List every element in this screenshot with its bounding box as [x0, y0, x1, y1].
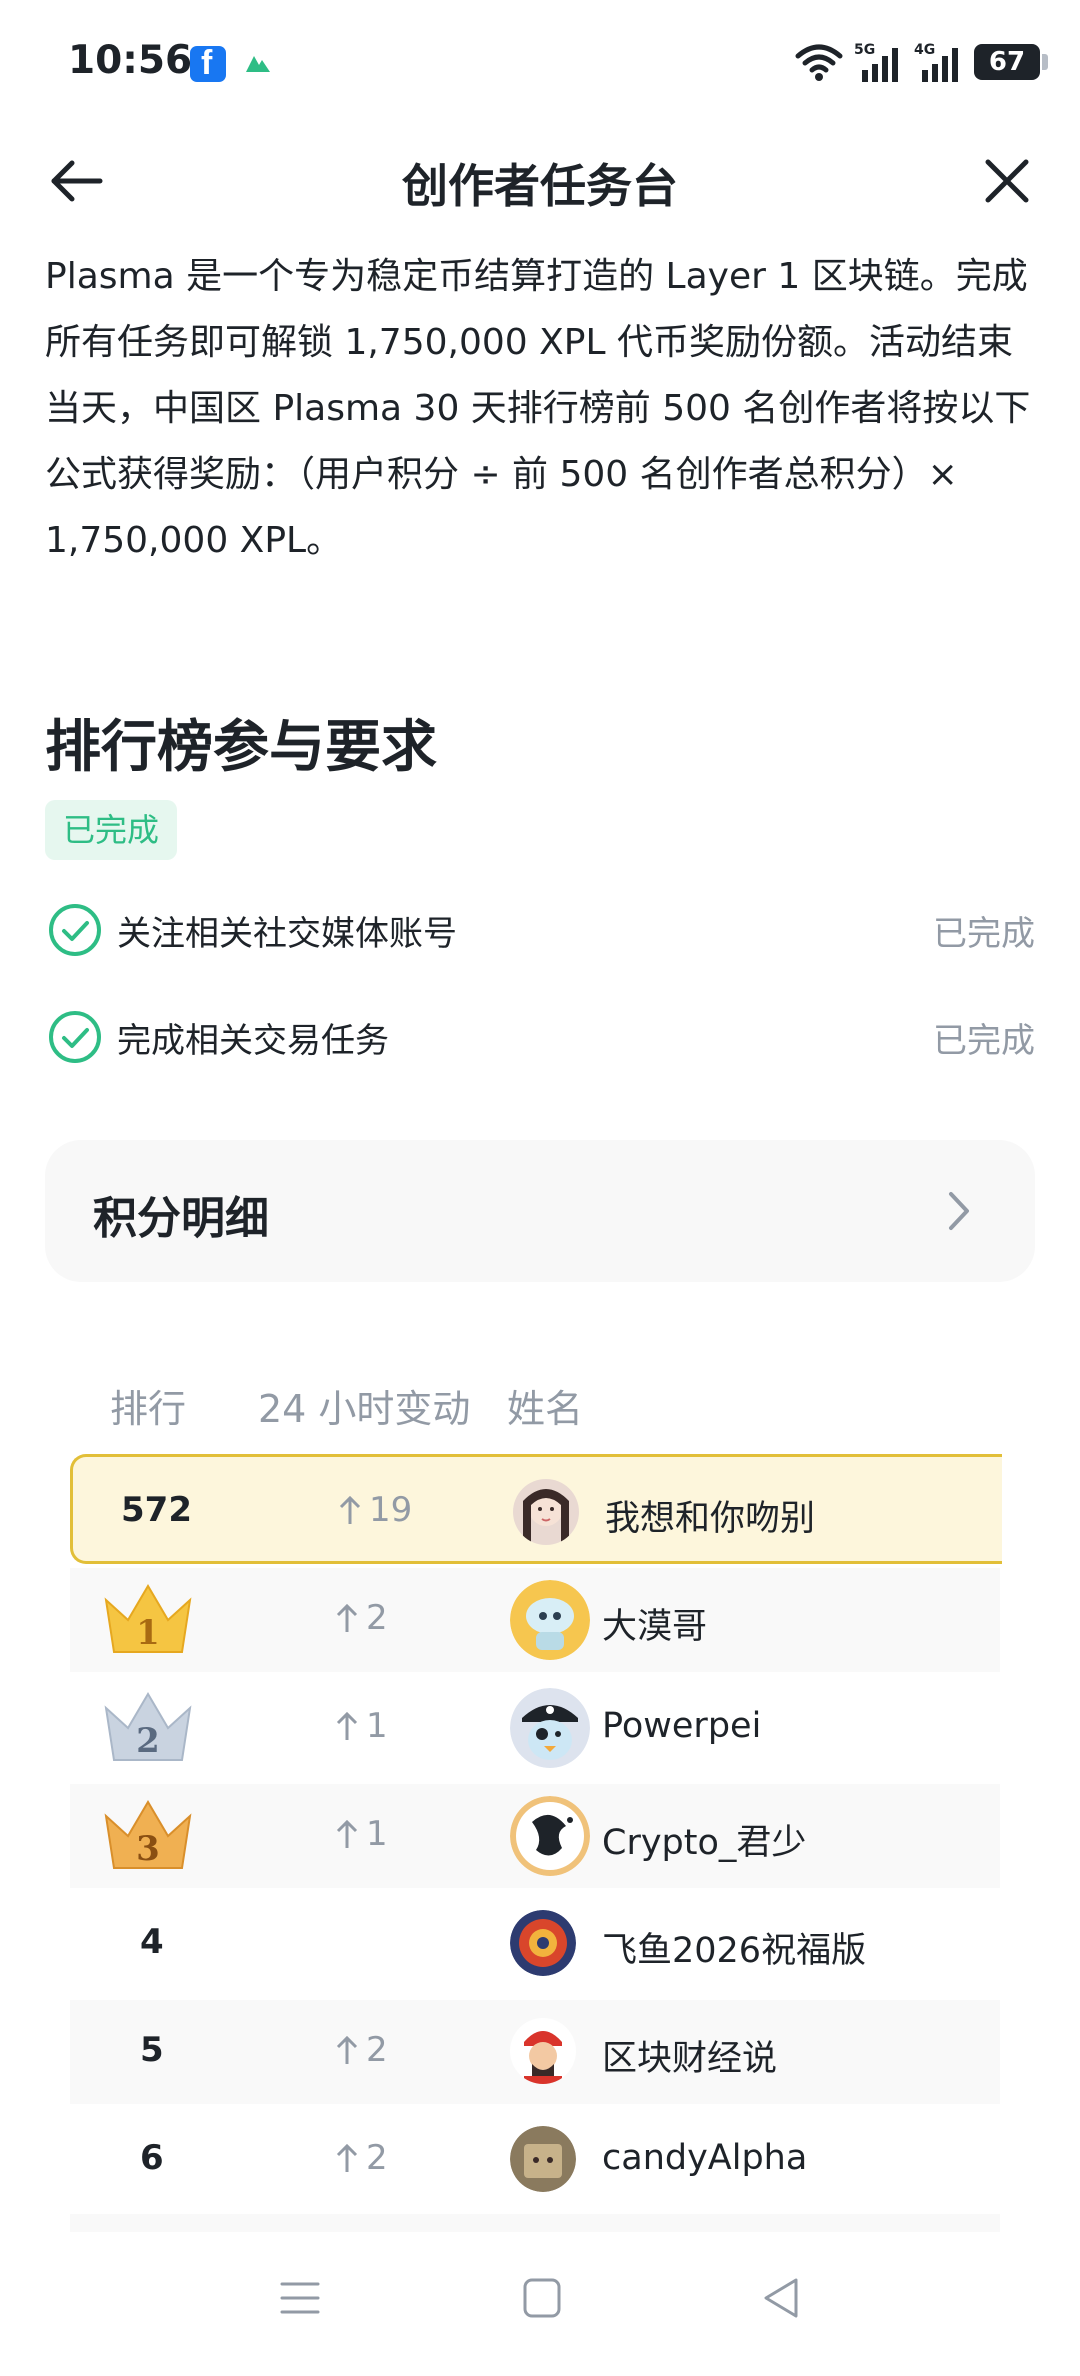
rank-change: 19	[337, 1490, 412, 1530]
rank-change-value: 1	[366, 1706, 388, 1746]
column-header-rank: 排行	[110, 1387, 187, 1431]
current-user-row[interactable]: 572 19 我想和你吻别	[70, 1454, 1002, 1564]
rank-change-value: 2	[366, 2138, 388, 2178]
leaderboard-row[interactable]: 2 1 Powerpei	[70, 1676, 1000, 1780]
rank-change: 2	[334, 2030, 388, 2070]
leaderboard-row[interactable]: 3 1 Crypto_君少	[70, 1784, 1000, 1888]
gold-crown-icon: 1	[104, 1584, 192, 1653]
rank-value: 572	[121, 1490, 192, 1530]
svg-text:4G: 4G	[914, 42, 935, 58]
points-detail-card[interactable]: 积分明细	[45, 1140, 1035, 1282]
app-header: 创作者任务台	[0, 126, 1080, 236]
leaderboard-row	[70, 2214, 1000, 2232]
user-name: 大漠哥	[602, 1607, 708, 1647]
avatar	[510, 1580, 590, 1660]
wifi-icon	[795, 44, 843, 81]
page-title: 创作者任务台	[402, 159, 678, 213]
requirement-status: 已完成	[933, 914, 1035, 954]
home-square-icon[interactable]	[511, 2268, 571, 2328]
leaderboard-row[interactable]: 5 2 区块财经说	[70, 2000, 1000, 2104]
svg-text:5G: 5G	[854, 42, 875, 58]
rank-change: 1	[334, 1814, 388, 1854]
rank-change-value: 2	[366, 2030, 388, 2070]
status-bar: 10:56 f 5G 4G 67	[0, 0, 1080, 126]
leaderboard-row[interactable]: 1 2 大漠哥	[70, 1568, 1000, 1672]
user-name: candyAlpha	[602, 2138, 808, 2178]
rank-change: 1	[334, 1706, 388, 1746]
arrow-up-icon	[339, 1495, 361, 1524]
check-circle-icon	[49, 1011, 101, 1063]
bronze-crown-icon: 3	[104, 1800, 192, 1869]
user-name: Crypto_君少	[602, 1823, 807, 1863]
user-name: 区块财经说	[602, 2039, 778, 2079]
rank-change-value: 1	[366, 1814, 388, 1854]
column-header-change: 24 小时变动	[258, 1387, 471, 1431]
4g-signal-icon: 4G	[914, 42, 958, 82]
silver-crown-icon: 2	[104, 1692, 192, 1761]
chevron-right-icon	[949, 1192, 969, 1230]
check-circle-icon	[49, 904, 101, 956]
rank-change: 2	[334, 1598, 388, 1638]
avatar	[510, 1688, 590, 1768]
arrow-up-icon	[336, 1603, 358, 1632]
requirement-label: 完成相关交易任务	[117, 1021, 389, 1061]
requirement-item: 关注相关社交媒体账号 已完成	[45, 896, 1035, 966]
leaderboard-row[interactable]: 6 2 candyAlpha	[70, 2108, 1000, 2212]
requirement-item: 完成相关交易任务 已完成	[45, 1003, 1035, 1073]
crown-rank: 3	[136, 1829, 160, 1869]
status-icons: 5G 4G 67	[794, 40, 1048, 84]
column-header-name: 姓名	[507, 1387, 584, 1431]
avatar	[510, 2126, 576, 2192]
points-detail-label: 积分明细	[93, 1193, 269, 1244]
rank-change: 2	[334, 2138, 388, 2178]
creator-task-page: 10:56 f 5G 4G 67 创作者任务台 Plasma 是一个专为稳定币结…	[0, 0, 1080, 2376]
user-name: 我想和你吻别	[605, 1499, 816, 1539]
arrow-up-icon	[336, 1711, 358, 1740]
avatar	[510, 2018, 576, 2084]
avatar	[510, 1910, 576, 1976]
crown-rank: 1	[136, 1613, 160, 1653]
avatar	[513, 1479, 579, 1545]
arrow-up-icon	[336, 2143, 358, 2172]
arrow-up-icon	[336, 1819, 358, 1848]
5g-signal-icon: 5G	[854, 42, 898, 82]
back-triangle-icon[interactable]	[752, 2268, 812, 2328]
rank-change-value: 2	[366, 1598, 388, 1638]
app-notification-icon	[246, 56, 270, 72]
facebook-icon: f	[190, 44, 226, 82]
menu-icon[interactable]	[270, 2268, 330, 2328]
crown-rank: 2	[136, 1721, 160, 1761]
close-icon[interactable]	[974, 148, 1040, 214]
system-nav-bar	[0, 2232, 1080, 2376]
status-badge: 已完成	[45, 800, 178, 860]
user-name: Powerpei	[602, 1706, 762, 1746]
rank-value: 4	[140, 1922, 164, 1962]
user-name: 飞鱼2026祝福版	[602, 1931, 867, 1971]
campaign-description: Plasma 是一个专为稳定币结算打造的 Layer 1 区块链。完成所有任务即…	[45, 256, 1031, 561]
requirements-title: 排行榜参与要求	[45, 715, 437, 780]
requirement-label: 关注相关社交媒体账号	[117, 914, 457, 954]
avatar	[510, 1796, 590, 1876]
requirement-status: 已完成	[933, 1021, 1035, 1061]
arrow-up-icon	[336, 2035, 358, 2064]
rank-value: 6	[140, 2138, 164, 2178]
status-time: 10:56	[68, 38, 193, 83]
rank-value: 5	[140, 2030, 164, 2070]
leaderboard-row[interactable]: 4 飞鱼2026祝福版	[70, 1892, 1000, 1996]
rank-change-value: 19	[369, 1490, 413, 1530]
battery-icon: 67	[974, 44, 1048, 80]
